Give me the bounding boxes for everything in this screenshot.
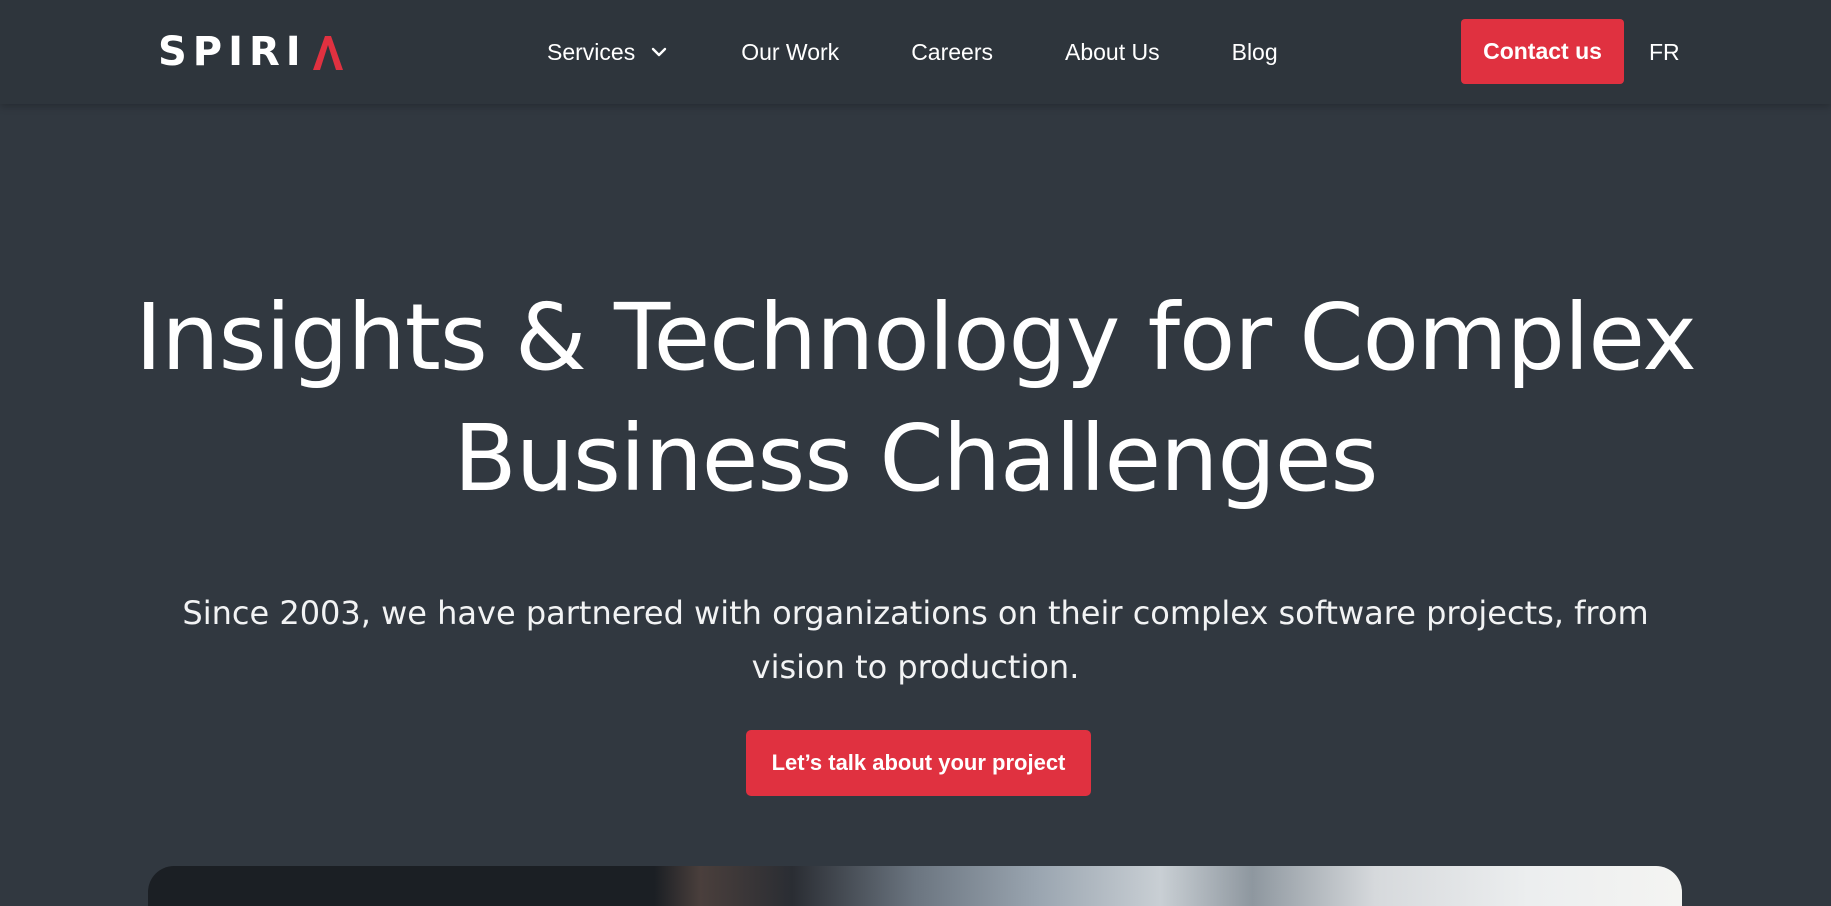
hero-subtitle: Since 2003, we have partnered with organ…	[0, 586, 1831, 694]
nav-item-services[interactable]: Services	[547, 39, 669, 66]
nav-item-about-us[interactable]: About Us	[1065, 39, 1160, 66]
nav-item-our-work[interactable]: Our Work	[741, 39, 839, 66]
talk-about-project-label: Let’s talk about your project	[771, 750, 1066, 775]
contact-us-label: Contact us	[1483, 38, 1602, 64]
nav-item-careers-label: Careers	[911, 38, 993, 65]
nav-item-our-work-label: Our Work	[741, 38, 840, 65]
top-navbar: SPIRI Services Our Work Careers About Us…	[0, 0, 1831, 104]
nav-item-about-us-label: About Us	[1065, 38, 1160, 65]
hero-title: Insights & Technology for Complex Busine…	[0, 277, 1831, 519]
hero-subtitle-line-2: vision to production.	[751, 648, 1080, 686]
talk-about-project-button[interactable]: Let’s talk about your project	[746, 730, 1091, 796]
logo-a-mark-icon	[312, 36, 343, 70]
hero-subtitle-line-1: Since 2003, we have partnered with organ…	[182, 594, 1649, 632]
nav-item-services-label: Services	[547, 38, 636, 65]
nav-item-blog[interactable]: Blog	[1232, 39, 1278, 66]
spiria-logo[interactable]: SPIRI	[158, 32, 345, 72]
nav-item-careers[interactable]: Careers	[911, 39, 993, 66]
nav-item-blog-label: Blog	[1231, 38, 1278, 65]
hero-title-line-2: Business Challenges	[453, 405, 1379, 512]
main-navigation: Services Our Work Careers About Us Blog	[547, 32, 1278, 72]
hero-image	[148, 866, 1682, 906]
hero-title-line-1: Insights & Technology for Complex	[135, 284, 1697, 391]
chevron-down-icon[interactable]	[649, 42, 669, 62]
contact-us-button[interactable]: Contact us	[1461, 19, 1624, 84]
language-switch-fr[interactable]: FR	[1649, 32, 1680, 72]
logo-text: SPIRI	[158, 29, 307, 75]
